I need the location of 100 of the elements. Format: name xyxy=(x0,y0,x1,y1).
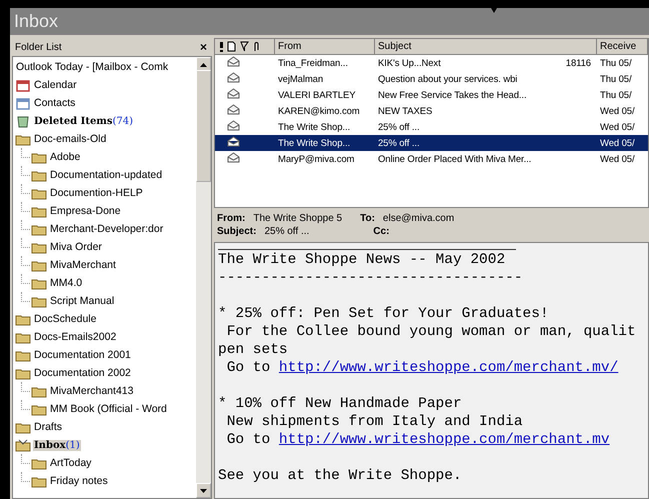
link[interactable]: http://www.writeshoppe.com/merchant.mv xyxy=(278,432,610,448)
column-header[interactable]: Subject xyxy=(375,39,597,55)
message-row[interactable]: The Write Shop... 25% off ... Wed 05/ xyxy=(215,135,648,151)
body-text: ----------------------------------- xyxy=(218,269,524,287)
down-arrow-icon xyxy=(491,8,497,13)
folder-item[interactable]: ArtToday xyxy=(49,457,92,469)
down-arrow-icon xyxy=(200,488,207,492)
from-value: The Write Shoppe 5 xyxy=(253,213,342,224)
envelope-icon xyxy=(227,56,240,67)
trash-icon xyxy=(15,114,31,128)
folder-icon xyxy=(15,132,31,146)
message-row[interactable]: KAREN@kimo.com NEW TAXES Wed 05/ xyxy=(215,103,648,119)
link[interactable]: http://www.writeshoppe.com/merchant.mv/ xyxy=(278,360,618,376)
envelope-icon xyxy=(227,88,240,99)
received-text: Wed 05/ xyxy=(599,138,636,148)
folder-item[interactable]: Documentation 2002 xyxy=(33,367,132,379)
body-text: Go to http://www.writeshoppe.com/merchant.mv/ xyxy=(226,359,620,377)
sender-text: VALERI BARTLEY xyxy=(277,90,356,100)
folder-icon xyxy=(31,150,47,164)
folder-icon xyxy=(31,240,47,254)
folder-item[interactable]: Calendar xyxy=(33,79,78,91)
sender-text: Tina_Freidman... xyxy=(277,58,349,68)
folder-icon xyxy=(31,204,47,218)
envelope-icon xyxy=(227,136,240,147)
column-header[interactable]: Receive xyxy=(597,39,648,55)
folder-item[interactable]: Contacts xyxy=(33,97,76,109)
from-label: From: xyxy=(217,213,246,224)
subject-text: New Free Service Takes the Head... xyxy=(377,90,528,100)
column-header[interactable]: From xyxy=(275,39,375,55)
sender-text: KAREN@kimo.com xyxy=(277,106,361,116)
body-text: The Write Shoppe News -- May 2002 xyxy=(218,251,506,269)
up-arrow-icon xyxy=(200,62,207,66)
envelope-icon xyxy=(227,152,240,163)
message-row[interactable]: Tina_Freidman... KIK's Up...Next 18116 Thu 05/ xyxy=(215,55,648,71)
folder-item[interactable]: Friday notes xyxy=(49,475,109,487)
subject-text: Question about your services. wbi xyxy=(377,74,518,84)
folder-item[interactable]: Adobe xyxy=(49,151,82,163)
folder-item[interactable]: Empresa-Done xyxy=(49,205,122,217)
body-text: * 25% off: Pen Set for Your Graduates! xyxy=(218,305,550,323)
folder-icon xyxy=(31,258,47,272)
pane-title: Folder List xyxy=(15,42,62,52)
folder-item[interactable]: Documention-HELP xyxy=(49,187,144,199)
folder-item[interactable]: MivaMerchant413 xyxy=(49,385,134,397)
folder-icon xyxy=(31,402,47,416)
folder-item[interactable]: MM Book (Official - Word xyxy=(49,403,168,415)
folder-item[interactable]: Docs-Emails2002 xyxy=(33,331,118,343)
folder-item[interactable]: Miva Order xyxy=(49,241,103,253)
body-text: See you at the Write Shoppe. xyxy=(218,467,463,485)
message-row[interactable]: The Write Shop... 25% off ... Wed 05/ xyxy=(215,119,648,135)
folder-icon xyxy=(15,420,31,434)
folder-item[interactable]: Documentation-updated xyxy=(49,169,164,181)
envelope-icon xyxy=(227,72,240,83)
subject-text: Online Order Placed With Miva Mer... xyxy=(377,154,532,164)
folder-item[interactable]: Deleted Items(74) xyxy=(33,116,134,126)
window-title: Inbox xyxy=(14,11,58,32)
folder-icon xyxy=(31,474,47,488)
message-row[interactable]: vejMalman Question about your services. wbi Thu 05/ xyxy=(215,71,648,87)
body-text: Go to http://www.writeshoppe.com/merchant.mv xyxy=(226,431,611,449)
subject-text: KIK's Up...Next xyxy=(377,58,442,68)
message-row[interactable]: VALERI BARTLEY New Free Service Takes the Head... Thu 05/ xyxy=(215,87,648,103)
body-text: pen sets xyxy=(218,341,289,359)
envelope-icon xyxy=(227,104,240,115)
folder-item[interactable]: Inbox(1) xyxy=(33,440,81,450)
column-icons[interactable] xyxy=(215,39,275,55)
sender-text: MaryP@miva.com xyxy=(277,154,356,164)
folder-item[interactable]: Drafts xyxy=(33,421,64,433)
folder-item[interactable]: Documentation 2001 xyxy=(33,349,132,361)
folder-item[interactable]: MM4.0 xyxy=(49,277,84,289)
received-text: Thu 05/ xyxy=(599,58,633,68)
body-text: For the Collee bound young woman or man, qualit xyxy=(226,323,637,341)
envelope-icon xyxy=(227,120,240,131)
subject-text: NEW TAXES xyxy=(377,106,434,116)
sender-text: The Write Shop... xyxy=(277,122,352,132)
sender-text: vejMalman xyxy=(277,74,324,84)
folder-icon xyxy=(15,330,31,344)
folder-icon xyxy=(15,438,31,452)
folder-item[interactable]: MivaMerchant xyxy=(49,259,117,271)
cc-label: Cc: xyxy=(373,226,390,237)
folder-item[interactable]: Doc-emails-Old xyxy=(33,133,108,145)
folder-item[interactable]: DocSchedule xyxy=(33,313,98,325)
message-row[interactable]: MaryP@miva.com Online Order Placed With Miva Mer... Wed 05/ xyxy=(215,151,648,167)
folder-icon xyxy=(31,222,47,236)
size-text: 18116 xyxy=(566,58,591,68)
folder-icon xyxy=(31,186,47,200)
to-value: else@miva.com xyxy=(382,213,454,224)
received-text: Wed 05/ xyxy=(599,122,636,132)
folder-icon xyxy=(31,294,47,308)
close-button[interactable]: × xyxy=(198,40,209,54)
calendar-icon xyxy=(15,78,31,92)
folder-icon xyxy=(15,312,31,326)
contact-card-icon xyxy=(15,96,31,110)
scrollbar[interactable] xyxy=(196,57,211,498)
folder-icon xyxy=(31,276,47,290)
folder-item[interactable]: Outlook Today - [Mailbox - Comk xyxy=(15,61,170,73)
received-text: Wed 05/ xyxy=(599,106,636,116)
subject-text: 25% off ... xyxy=(377,122,421,132)
folder-item[interactable]: Merchant-Developer:dor xyxy=(49,223,164,235)
folder-icon xyxy=(15,348,31,362)
folder-item[interactable]: Script Manual xyxy=(49,295,116,307)
folder-icon xyxy=(31,456,47,470)
